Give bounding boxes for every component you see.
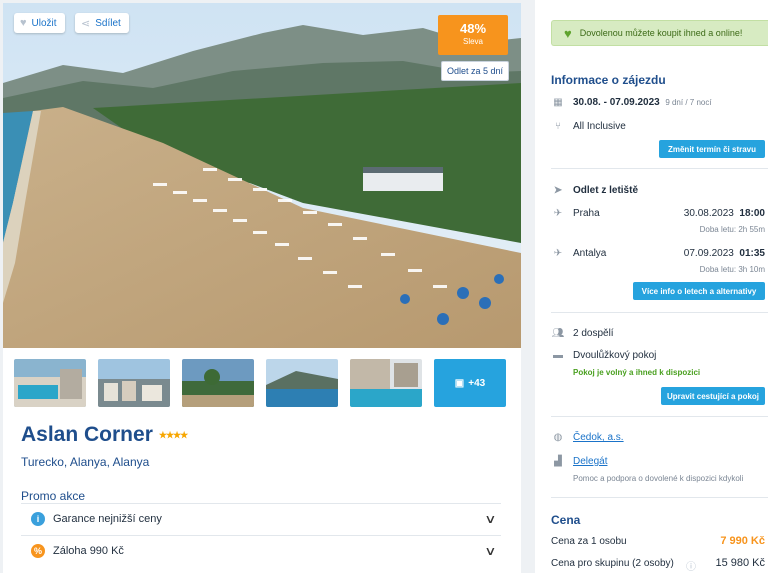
discount-badge: 48% Sleva: [438, 15, 508, 55]
plane-landing-icon: ✈: [553, 248, 563, 259]
hotel-name: Aslan Corner: [21, 423, 153, 446]
gallery-thumb[interactable]: [98, 359, 170, 407]
chat-icon: ▟: [554, 456, 562, 467]
save-label: Uložit: [31, 17, 57, 29]
tour-duration: 9 dní / 7 nocí: [665, 98, 712, 107]
chevron-down-icon[interactable]: ∨: [484, 544, 496, 558]
promo-item-deposit[interactable]: % Záloha 990 Kč ∨: [21, 535, 501, 565]
room-status: Pokoj je volný a ihned k dispozici: [573, 368, 701, 377]
delegate-link[interactable]: Delegát: [573, 456, 607, 467]
divider: [551, 497, 768, 498]
gallery-thumb[interactable]: [350, 359, 422, 407]
gallery-icon: ▣: [454, 377, 465, 389]
gallery-more-button[interactable]: ▣ +43: [434, 359, 506, 407]
delegate-description: Pomoc a podpora o dovolené k dispozici k…: [573, 474, 744, 483]
edit-travelers-button[interactable]: Upravit cestující a pokoj: [661, 387, 765, 405]
change-date-button[interactable]: Změnit termín či stravu: [659, 140, 765, 158]
hotel-location: Turecko, Alanya, Alanya: [21, 455, 150, 469]
globe-icon: ◍: [553, 432, 563, 443]
chevron-down-icon[interactable]: ∨: [484, 512, 496, 526]
share-button[interactable]: ⋖ Sdílet: [75, 13, 129, 33]
hotel-title: Aslan Corner ★★★★: [21, 423, 188, 447]
heart-icon: ♥: [564, 25, 572, 41]
calendar-icon: ▦: [553, 97, 563, 108]
price-group-label: Cena pro skupinu (2 osoby): [551, 558, 674, 569]
price-per-person-label: Cena za 1 osobu: [551, 536, 627, 547]
promo-item-price-guarantee[interactable]: i Garance nejnižší ceny ∨: [21, 503, 501, 533]
departure-countdown: Odlet za 5 dní: [441, 61, 509, 81]
outbound-date: 30.08.2023: [683, 208, 734, 219]
tour-info-heading: Informace o zájezdu: [551, 73, 666, 87]
gallery-more-count: +43: [468, 377, 486, 389]
outbound-city: Praha: [573, 208, 600, 219]
percent-icon: %: [31, 543, 45, 558]
tour-detail-page: ♥ Uložit ⋖ Sdílet 48% Sleva Odlet za 5 d…: [0, 0, 768, 573]
promo-heading: Promo akce: [21, 489, 86, 503]
departure-heading: Odlet z letiště: [573, 185, 639, 196]
agency-link[interactable]: Čedok, a.s.: [573, 432, 624, 443]
return-city: Antalya: [573, 248, 607, 259]
price-per-person: 7 990 Kč: [720, 535, 765, 547]
promo-item-label: Záloha 990 Kč: [53, 544, 124, 557]
share-icon: ⋖: [81, 17, 91, 30]
promo-item-label: Garance nejnižší ceny: [53, 512, 162, 525]
price-heading: Cena: [551, 513, 581, 527]
navigation-arrow-icon: ➤: [553, 185, 563, 196]
hotel-panel: ♥ Uložit ⋖ Sdílet 48% Sleva Odlet za 5 d…: [3, 3, 521, 573]
heart-icon: ♥: [20, 17, 27, 29]
divider: [551, 168, 768, 169]
info-icon: i: [31, 511, 45, 526]
save-button[interactable]: ♥ Uložit: [14, 13, 65, 33]
return-time: 01:35: [739, 248, 765, 259]
gallery-thumb[interactable]: [266, 359, 338, 407]
gallery-thumb[interactable]: [182, 359, 254, 407]
booking-sidebar: ♥ Dovolenou můžete koupit ihned a online…: [535, 0, 768, 573]
gallery-thumbnails: ▣ +43: [14, 359, 510, 407]
people-icon: 👥︎: [551, 328, 565, 339]
share-label: Sdílet: [95, 17, 121, 29]
banner-text: Dovolenou můžete koupit ihned a online!: [579, 28, 743, 38]
outbound-time: 18:00: [739, 208, 765, 219]
online-purchase-banner: ♥ Dovolenou můžete koupit ihned a online…: [551, 20, 768, 46]
hotel-stars: ★★★★: [158, 429, 188, 440]
discount-label: Sleva: [462, 37, 483, 46]
room-type: Dvoulůžkový pokoj: [573, 350, 657, 361]
divider: [551, 416, 768, 417]
outbound-duration: Doba letu: 2h 55m: [699, 225, 765, 234]
plane-takeoff-icon: ✈: [553, 208, 563, 219]
gallery-thumb[interactable]: [14, 359, 86, 407]
flights-info-button[interactable]: Více info o letech a alternativy: [633, 282, 765, 300]
board-type: All Inclusive: [573, 121, 626, 132]
info-circle-icon[interactable]: ⓘ: [686, 558, 696, 573]
divider: [551, 312, 768, 313]
travelers-count: 2 dospělí: [573, 328, 614, 339]
cutlery-icon: ⑂: [555, 121, 561, 132]
discount-percent: 48%: [459, 21, 487, 36]
return-duration: Doba letu: 3h 10m: [699, 265, 765, 274]
bed-icon: ▬: [553, 350, 563, 361]
tour-dates: 30.08. - 07.09.2023: [573, 97, 660, 108]
price-group: 15 980 Kč: [715, 557, 765, 569]
return-date: 07.09.2023: [683, 248, 734, 259]
